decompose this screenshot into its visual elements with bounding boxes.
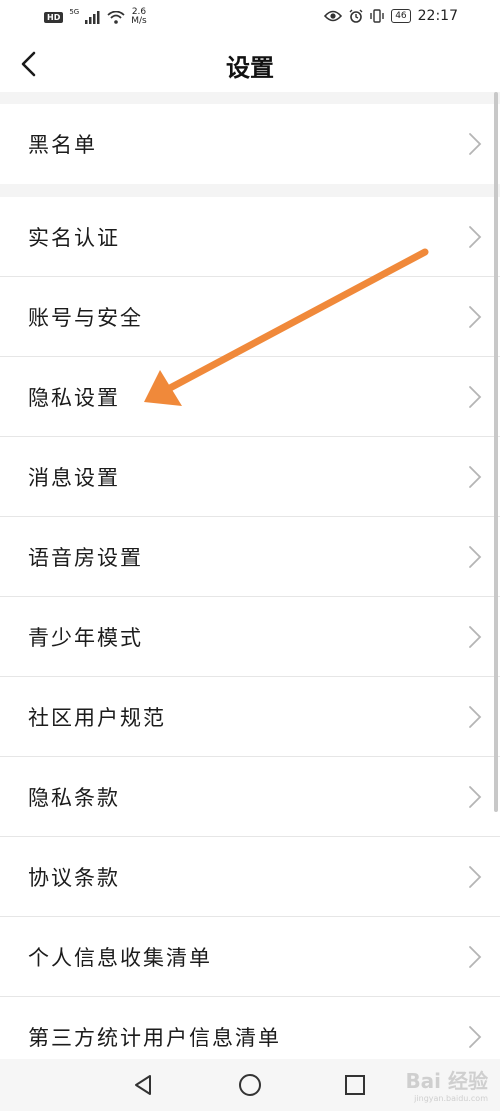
network-type: 5G: [69, 8, 80, 16]
group-spacer: [0, 184, 500, 197]
status-right: 46 22:17: [324, 8, 458, 24]
chevron-right-icon: [469, 866, 482, 888]
status-time: 22:17: [417, 8, 458, 24]
settings-item-label: 实名认证: [28, 226, 120, 250]
chevron-right-icon: [469, 466, 482, 488]
status-bar: HD 5G 2.6 M/s 46 22:17: [0, 0, 500, 36]
settings-item-account-security[interactable]: 账号与安全: [0, 277, 500, 357]
settings-item-label: 第三方统计用户信息清单: [28, 1026, 281, 1050]
settings-item-label: 账号与安全: [28, 306, 143, 330]
settings-item-label: 社区用户规范: [28, 706, 166, 730]
alarm-icon: [349, 9, 363, 23]
chevron-right-icon: [469, 626, 482, 648]
group-spacer: [0, 92, 500, 104]
top-app-bar: 设置: [0, 36, 500, 92]
settings-item-privacy-terms[interactable]: 隐私条款: [0, 757, 500, 837]
chevron-right-icon: [469, 546, 482, 568]
settings-item-messages[interactable]: 消息设置: [0, 437, 500, 517]
settings-item-label: 个人信息收集清单: [28, 946, 212, 970]
settings-item-label: 消息设置: [28, 466, 120, 490]
wifi-icon: [107, 10, 125, 24]
settings-item-real-name[interactable]: 实名认证: [0, 197, 500, 277]
eye-icon: [324, 10, 343, 22]
watermark-text: Bai 经验: [405, 1069, 488, 1093]
battery-indicator: 46: [391, 9, 411, 23]
scrollbar[interactable]: [494, 92, 498, 812]
settings-item-label: 青少年模式: [28, 626, 143, 650]
nav-recents-icon[interactable]: [344, 1074, 366, 1096]
settings-list: 黑名单 实名认证 账号与安全 隐私设置 消息设置 语音房设置 青少年模式 社区用…: [0, 92, 500, 1077]
system-nav-bar: Bai 经验 jingyan.baidu.com: [0, 1059, 500, 1111]
watermark: Bai 经验 jingyan.baidu.com: [405, 1065, 488, 1103]
chevron-right-icon: [469, 386, 482, 408]
chevron-right-icon: [469, 133, 482, 155]
settings-item-blacklist[interactable]: 黑名单: [0, 104, 500, 184]
vibrate-icon: [370, 9, 384, 23]
nav-back-icon[interactable]: [132, 1073, 154, 1097]
chevron-right-icon: [469, 306, 482, 328]
settings-item-privacy[interactable]: 隐私设置: [0, 357, 500, 437]
settings-item-label: 隐私设置: [28, 386, 120, 410]
settings-item-label: 协议条款: [28, 866, 120, 890]
hd-badge: HD: [44, 11, 64, 23]
nav-home-icon[interactable]: [238, 1073, 262, 1097]
settings-item-label: 黑名单: [28, 133, 97, 157]
settings-item-personal-info-list[interactable]: 个人信息收集清单: [0, 917, 500, 997]
settings-item-voice-room[interactable]: 语音房设置: [0, 517, 500, 597]
chevron-right-icon: [469, 786, 482, 808]
signal-icon: [85, 10, 100, 24]
network-speed: 2.6 M/s: [131, 8, 147, 26]
speed-unit: M/s: [131, 16, 147, 26]
settings-item-teen-mode[interactable]: 青少年模式: [0, 597, 500, 677]
settings-item-community-rules[interactable]: 社区用户规范: [0, 677, 500, 757]
chevron-right-icon: [469, 1026, 482, 1048]
settings-item-label: 隐私条款: [28, 786, 120, 810]
chevron-right-icon: [469, 226, 482, 248]
watermark-url: jingyan.baidu.com: [414, 1094, 488, 1103]
status-left: HD 5G 2.6 M/s: [44, 8, 147, 26]
page-title: 设置: [226, 54, 274, 82]
settings-item-agreement-terms[interactable]: 协议条款: [0, 837, 500, 917]
settings-item-label: 语音房设置: [28, 546, 143, 570]
chevron-right-icon: [469, 706, 482, 728]
chevron-right-icon: [469, 946, 482, 968]
